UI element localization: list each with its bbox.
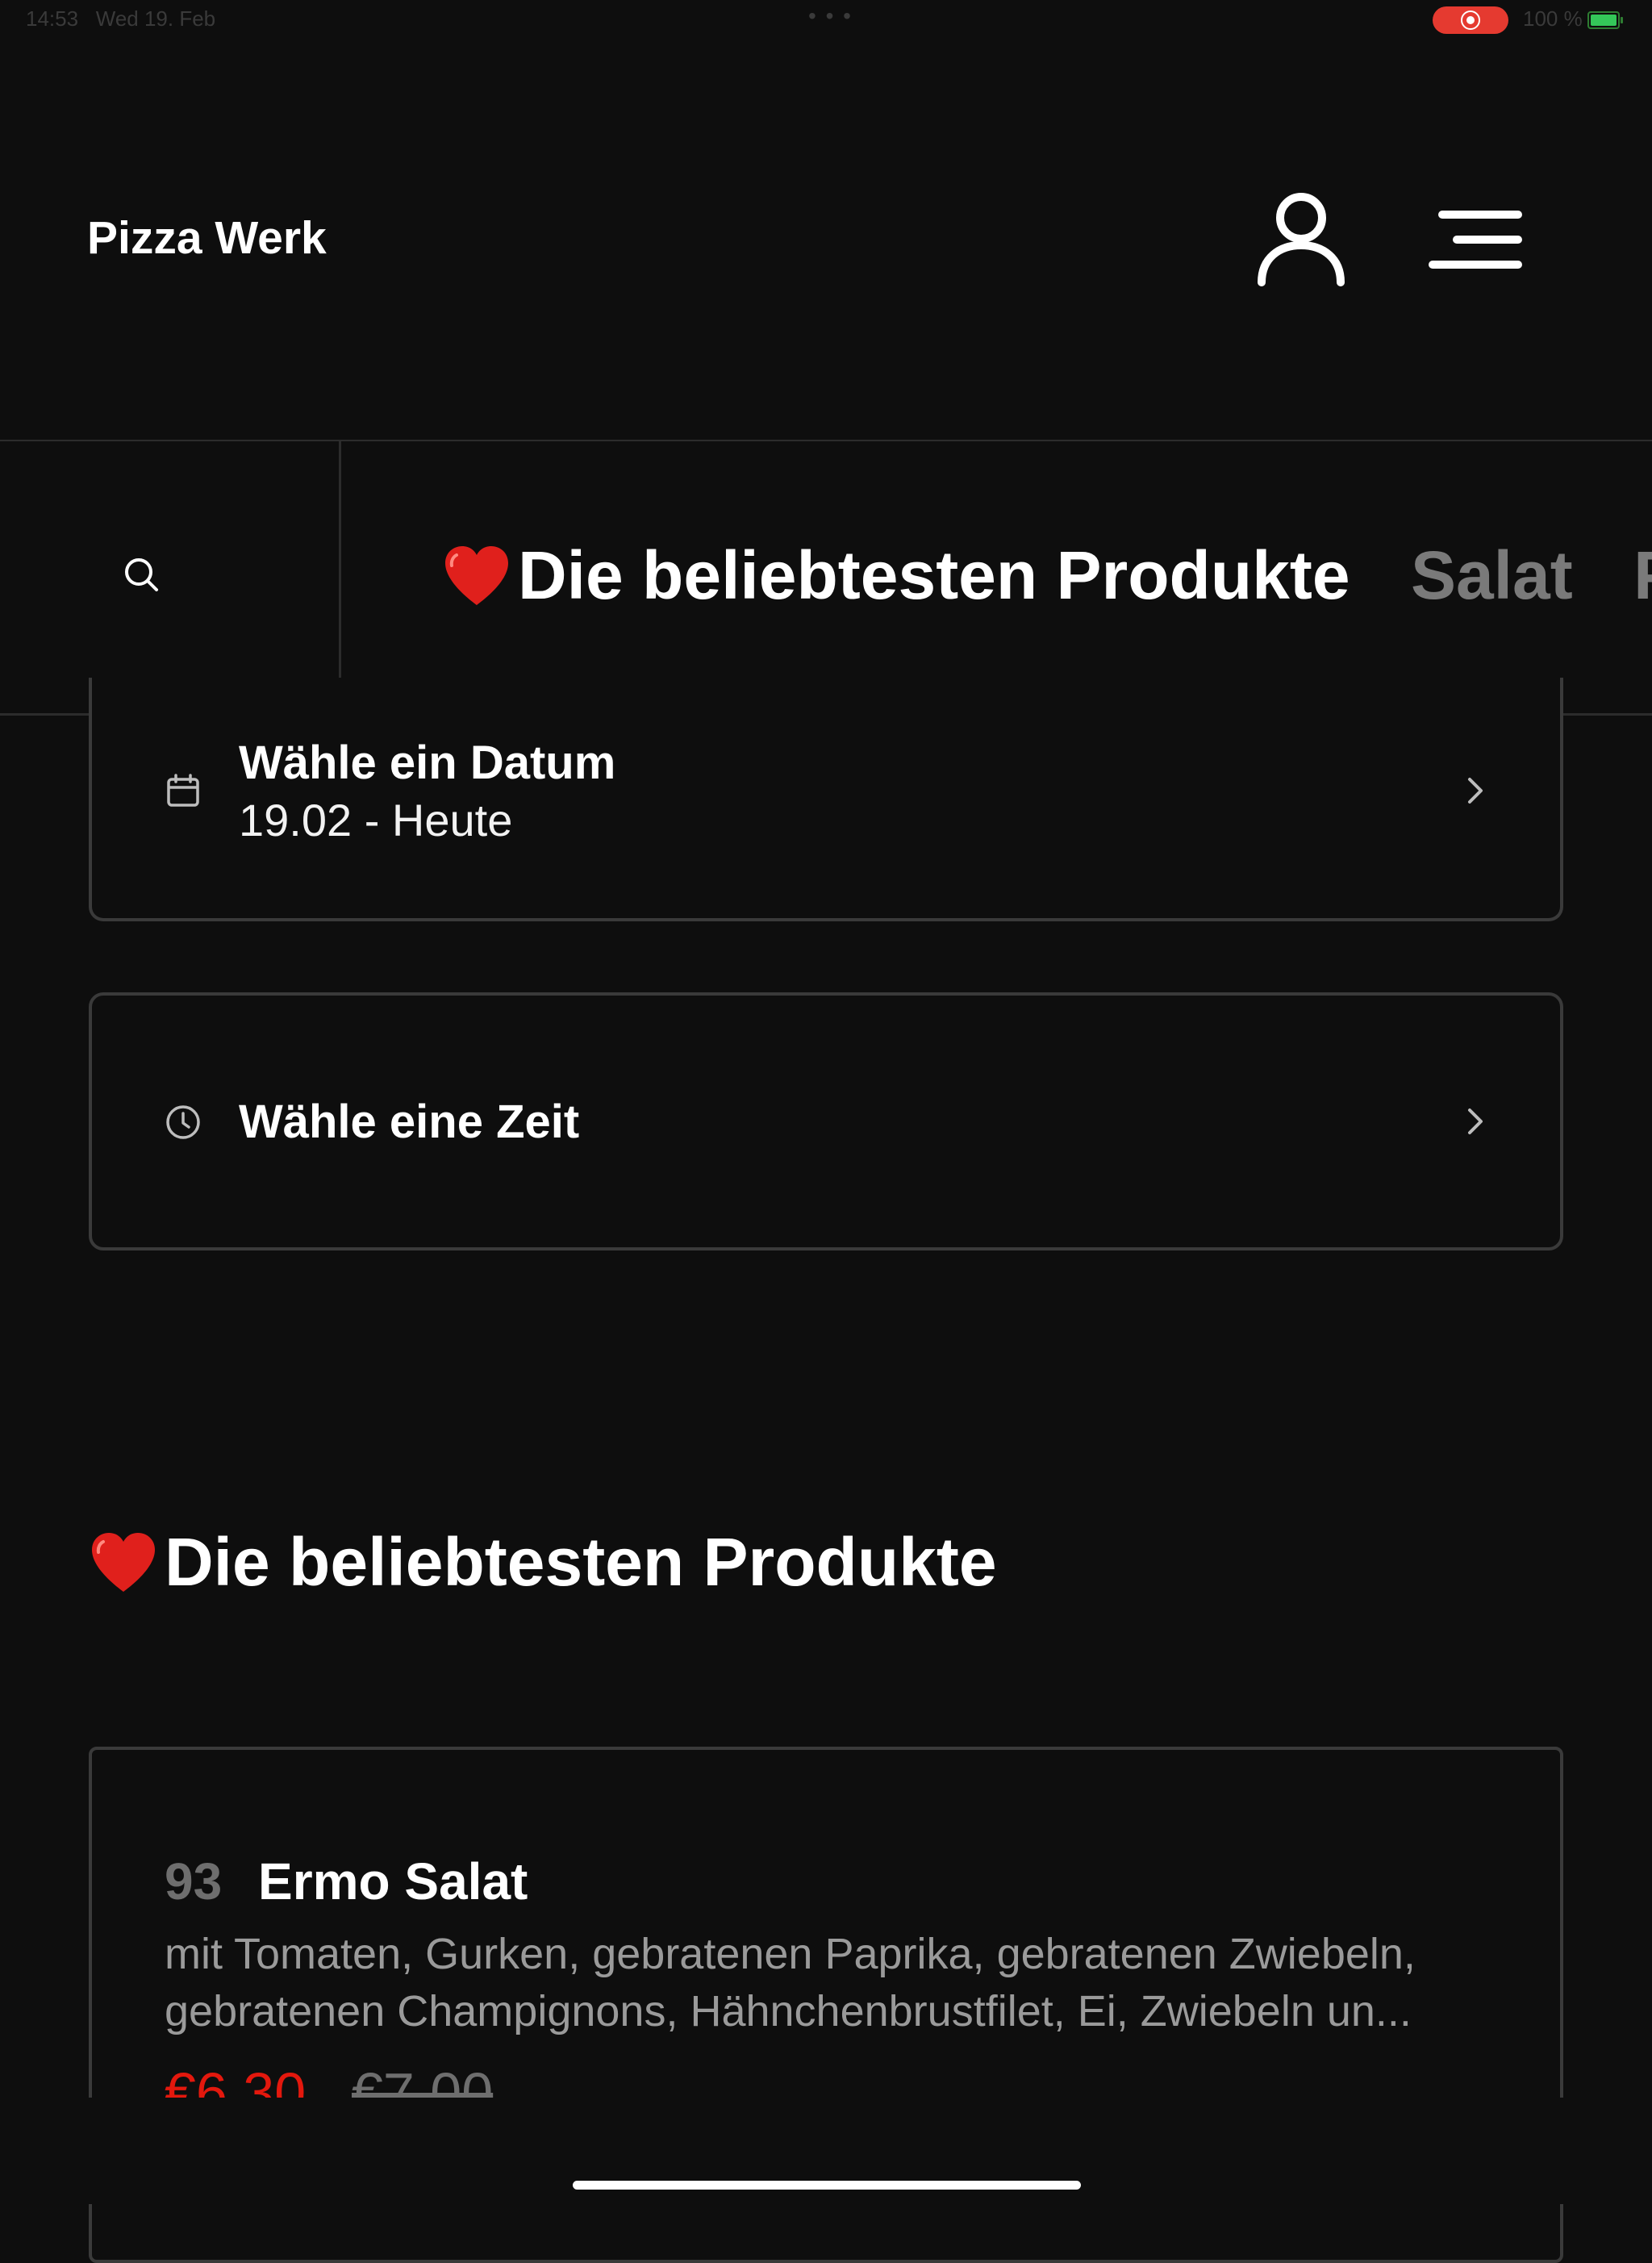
category-tabs: Die beliebtesten Produkte Salat P bbox=[442, 537, 1652, 615]
heart-icon bbox=[92, 1532, 155, 1592]
tab-popular-products[interactable]: Die beliebtesten Produkte bbox=[442, 537, 1350, 615]
user-icon bbox=[1258, 193, 1345, 286]
account-button[interactable] bbox=[1250, 187, 1352, 289]
chevron-right-icon bbox=[1468, 1109, 1483, 1134]
heart-icon bbox=[445, 545, 508, 605]
calendar-icon bbox=[167, 774, 199, 807]
search-cell bbox=[0, 441, 341, 713]
tab-label: Salat bbox=[1410, 537, 1573, 613]
tab-next-category[interactable]: P bbox=[1633, 537, 1652, 615]
search-button[interactable] bbox=[121, 554, 163, 596]
product-number: 93 bbox=[165, 1852, 223, 1910]
search-icon bbox=[125, 558, 158, 591]
category-bar: Die beliebtesten Produkte Salat P bbox=[0, 440, 1652, 716]
home-indicator[interactable] bbox=[573, 2181, 1081, 2190]
clock-icon bbox=[166, 1105, 200, 1139]
tab-label: Die beliebtesten Produkte bbox=[518, 537, 1350, 613]
menu-icon bbox=[1429, 211, 1522, 269]
section-heading: Die beliebtesten Produkte bbox=[89, 1523, 997, 1601]
site-header: Pizza Werk bbox=[0, 0, 1652, 440]
brand-logo-text[interactable]: Pizza Werk bbox=[87, 211, 327, 265]
time-picker-title: Wähle eine Zeit bbox=[239, 1096, 580, 1148]
section-heading-text: Die beliebtesten Produkte bbox=[165, 1524, 997, 1600]
product-name: Ermo Salat bbox=[258, 1852, 528, 1910]
tab-label: P bbox=[1633, 537, 1652, 613]
chevron-right-icon bbox=[1468, 778, 1483, 804]
tab-salat[interactable]: Salat bbox=[1411, 537, 1573, 615]
date-picker-card[interactable]: Wähle ein Datum 19.02 - Heute bbox=[89, 678, 1563, 921]
menu-button[interactable] bbox=[1428, 202, 1525, 279]
product-description: mit Tomaten, Gurken, gebratenen Paprika,… bbox=[165, 1930, 1416, 2035]
date-picker-title: Wähle ein Datum bbox=[239, 737, 616, 789]
time-picker-card[interactable]: Wähle eine Zeit bbox=[89, 992, 1563, 1250]
date-picker-value: 19.02 - Heute bbox=[239, 795, 513, 845]
